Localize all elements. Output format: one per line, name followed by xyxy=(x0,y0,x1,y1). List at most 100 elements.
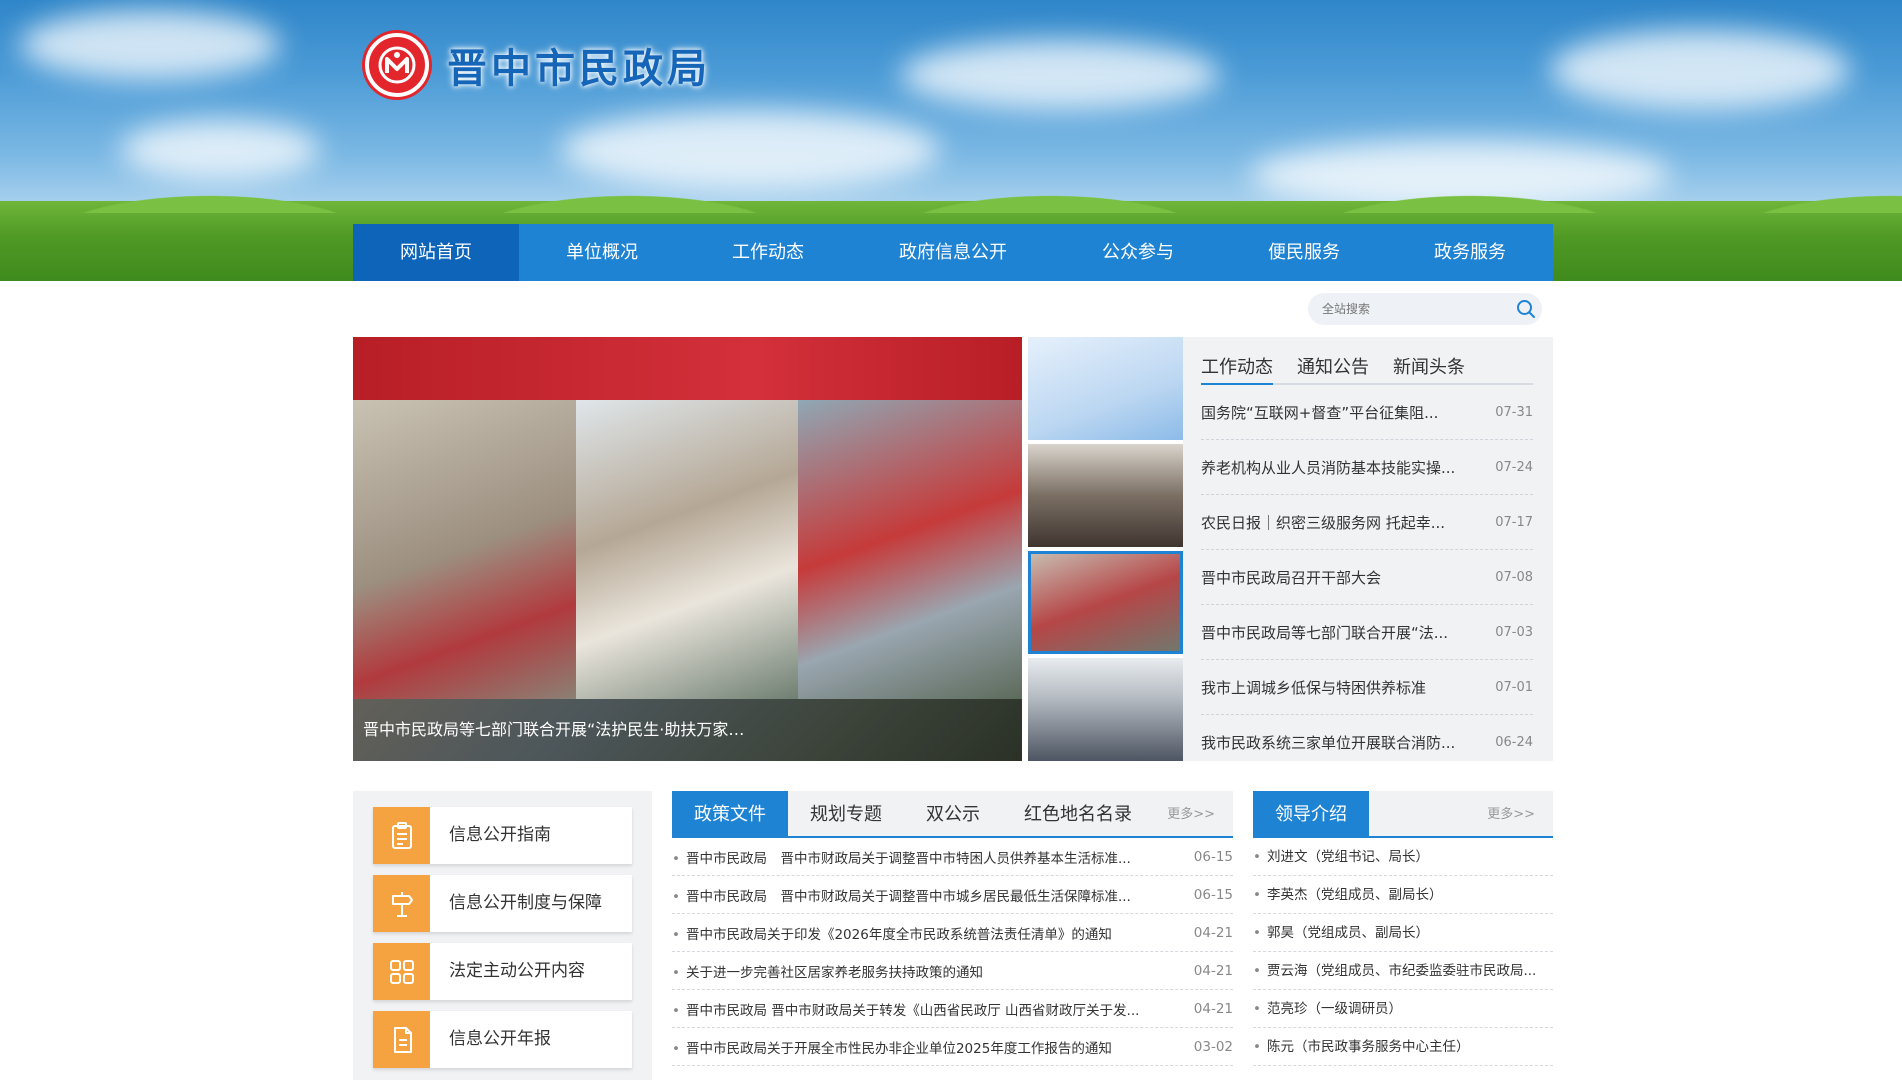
policy-date: 03-02 xyxy=(1193,1038,1233,1055)
policy-item[interactable]: 晋中市民政局 晋中市财政局关于转发《山西省民政厅 山西省财政厅关于发... 04-… xyxy=(672,990,1233,1028)
info-card-label: 法定主动公开内容 xyxy=(449,961,585,981)
news-title: 晋中市民政局等七部门联合开展“法... xyxy=(1201,623,1449,642)
info-card-label: 信息公开制度与保障 xyxy=(449,893,602,913)
tab-policy-docs[interactable]: 政策文件 xyxy=(672,791,788,836)
policy-title: 晋中市民政局关于印发《2026年度全市民政系统普法责任清单》的通知 xyxy=(672,923,1152,943)
nav-item-home[interactable]: 网站首页 xyxy=(353,224,519,281)
policy-item[interactable]: 晋中市民政局关于印发《2026年度全市民政系统普法责任清单》的通知 04-21 xyxy=(672,914,1233,952)
policy-item[interactable]: 晋中市民政局关于开展全市性民办非企业单位2025年度工作报告的通知 03-02 xyxy=(672,1028,1233,1066)
leaders-panel: 领导介绍 更多>> 刘进文（党组书记、局长） 李英杰（党组成员、副局长） 郭昊（… xyxy=(1253,791,1553,1080)
slider-thumbnail[interactable] xyxy=(1028,444,1183,547)
policy-date: 04-21 xyxy=(1193,962,1233,979)
policy-more-link[interactable]: 更多>> xyxy=(1167,791,1215,838)
tab-leaders[interactable]: 领导介绍 xyxy=(1253,791,1369,836)
tab-notices[interactable]: 通知公告 xyxy=(1297,353,1369,383)
news-title: 养老机构从业人员消防基本技能实操... xyxy=(1201,458,1456,477)
leaders-tabs: 领导介绍 更多>> xyxy=(1253,791,1553,838)
news-date: 07-03 xyxy=(1495,624,1533,640)
info-system-button[interactable]: 信息公开制度与保障 xyxy=(373,875,632,932)
info-card-label: 信息公开指南 xyxy=(449,825,551,845)
leader-item[interactable]: 郭昊（党组成员、副局长） xyxy=(1253,914,1553,952)
nav-item-overview[interactable]: 单位概况 xyxy=(519,224,685,281)
slider-thumbnail-active[interactable] xyxy=(1028,551,1183,654)
slider-photo xyxy=(576,400,798,699)
clipboard-icon xyxy=(373,807,430,864)
cloud xyxy=(1550,30,1850,110)
policy-date: 04-21 xyxy=(1193,924,1233,941)
search-input[interactable] xyxy=(1308,293,1510,325)
info-disclosure-panel: 信息公开指南 信息公开制度与保障 法定主动公开内容 信息公开年报 xyxy=(353,791,652,1080)
news-item[interactable]: 我市民政系统三家单位开展联合消防... 06-24 xyxy=(1201,715,1533,770)
policy-date: 06-15 xyxy=(1193,886,1233,903)
leader-item[interactable]: 陈元（市民政事务服务中心主任） xyxy=(1253,1028,1553,1066)
policy-date: 06-15 xyxy=(1193,848,1233,865)
news-date: 07-17 xyxy=(1495,514,1533,530)
news-date: 07-31 xyxy=(1495,404,1533,420)
news-date: 06-24 xyxy=(1495,735,1533,750)
nav-item-gov-services[interactable]: 政务服务 xyxy=(1387,224,1553,281)
policy-date: 04-21 xyxy=(1193,1000,1233,1017)
slider-thumbnails xyxy=(1028,337,1183,761)
nav-item-public[interactable]: 公众参与 xyxy=(1055,224,1221,281)
news-item[interactable]: 晋中市民政局召开干部大会 07-08 xyxy=(1201,550,1533,605)
slider-thumbnail[interactable] xyxy=(1028,337,1183,440)
news-date: 07-24 xyxy=(1495,459,1533,475)
leader-item[interactable]: 刘进文（党组书记、局长） xyxy=(1253,838,1553,876)
cloud xyxy=(120,120,320,180)
info-content-button[interactable]: 法定主动公开内容 xyxy=(373,943,632,1000)
tab-double-publicity[interactable]: 双公示 xyxy=(904,791,1002,836)
search-icon[interactable] xyxy=(1510,293,1542,325)
news-panel: 工作动态 通知公告 新闻头条 国务院“互联网+督查”平台征集阻... 07-31 … xyxy=(1183,337,1553,761)
tab-red-place-names[interactable]: 红色地名名录 xyxy=(1002,791,1154,836)
site-logo[interactable]: 晋中市民政局 xyxy=(365,33,711,97)
slider-photo xyxy=(798,400,1022,699)
photo-slider[interactable]: 晋中市民政局等七部门联合开展“法护民生·助扶万家… xyxy=(353,337,1022,761)
tab-headlines[interactable]: 新闻头条 xyxy=(1393,353,1465,383)
slider-thumbnail[interactable] xyxy=(1028,658,1183,761)
news-item[interactable]: 晋中市民政局等七部门联合开展“法... 07-03 xyxy=(1201,605,1533,660)
tab-planning[interactable]: 规划专题 xyxy=(788,791,904,836)
policy-item[interactable]: 晋中市民政局 晋中市财政局关于调整晋中市特困人员供养基本生活标准... 06-15 xyxy=(672,838,1233,876)
leader-item[interactable]: 李英杰（党组成员、副局长） xyxy=(1253,876,1553,914)
nav-item-services[interactable]: 便民服务 xyxy=(1221,224,1387,281)
civil-affairs-emblem-icon xyxy=(365,33,429,97)
slider-photo xyxy=(353,400,576,699)
tab-work-news[interactable]: 工作动态 xyxy=(1201,353,1273,385)
document-icon xyxy=(373,1011,430,1068)
grid-icon xyxy=(373,943,430,1000)
policy-title: 晋中市民政局关于开展全市性民办非企业单位2025年度工作报告的通知 xyxy=(672,1037,1152,1057)
policy-item[interactable]: 关于进一步完善社区居家养老服务扶持政策的通知 04-21 xyxy=(672,952,1233,990)
news-date: 07-01 xyxy=(1495,679,1533,695)
slider-photo xyxy=(353,337,1022,400)
info-guide-button[interactable]: 信息公开指南 xyxy=(373,807,632,864)
policy-title: 晋中市民政局 晋中市财政局关于调整晋中市特困人员供养基本生活标准... xyxy=(672,847,1152,867)
nav-item-work-news[interactable]: 工作动态 xyxy=(685,224,851,281)
info-card-label: 信息公开年报 xyxy=(449,1029,551,1049)
policy-title: 晋中市民政局 晋中市财政局关于转发《山西省民政厅 山西省财政厅关于发... xyxy=(672,999,1152,1019)
policy-tabs: 政策文件 规划专题 双公示 红色地名名录 更多>> xyxy=(672,791,1233,838)
leaders-more-link[interactable]: 更多>> xyxy=(1487,791,1535,838)
nav-item-gov-info[interactable]: 政府信息公开 xyxy=(851,224,1055,281)
signpost-icon xyxy=(373,875,430,932)
policy-panel: 政策文件 规划专题 双公示 红色地名名录 更多>> 晋中市民政局 晋中市财政局关… xyxy=(672,791,1233,1080)
cloud xyxy=(20,10,280,80)
cloud xyxy=(900,40,1220,110)
info-annual-report-button[interactable]: 信息公开年报 xyxy=(373,1011,632,1068)
news-item[interactable]: 国务院“互联网+督查”平台征集阻... 07-31 xyxy=(1201,385,1533,440)
policy-list: 晋中市民政局 晋中市财政局关于调整晋中市特困人员供养基本生活标准... 06-15… xyxy=(672,838,1233,1066)
slider-caption[interactable]: 晋中市民政局等七部门联合开展“法护民生·助扶万家… xyxy=(353,699,1022,761)
news-title: 国务院“互联网+督查”平台征集阻... xyxy=(1201,403,1439,422)
site-search xyxy=(1308,293,1542,325)
leader-item[interactable]: 贾云海（党组成员、市纪委监委驻市民政局... xyxy=(1253,952,1553,990)
news-item[interactable]: 农民日报｜织密三级服务网 托起幸... 07-17 xyxy=(1201,495,1533,550)
news-title: 晋中市民政局召开干部大会 xyxy=(1201,568,1382,587)
news-title: 我市上调城乡低保与特困供养标准 xyxy=(1201,678,1427,697)
news-item[interactable]: 养老机构从业人员消防基本技能实操... 07-24 xyxy=(1201,440,1533,495)
news-tabs: 工作动态 通知公告 新闻头条 xyxy=(1201,337,1533,385)
policy-item[interactable]: 晋中市民政局 晋中市财政局关于调整晋中市城乡居民最低生活保障标准... 06-15 xyxy=(672,876,1233,914)
news-item[interactable]: 我市上调城乡低保与特困供养标准 07-01 xyxy=(1201,660,1533,715)
cloud xyxy=(560,110,940,190)
policy-title: 关于进一步完善社区居家养老服务扶持政策的通知 xyxy=(672,961,1152,981)
leader-item[interactable]: 范亮珍（一级调研员） xyxy=(1253,990,1553,1028)
main-nav: 网站首页 单位概况 工作动态 政府信息公开 公众参与 便民服务 政务服务 xyxy=(353,224,1553,281)
